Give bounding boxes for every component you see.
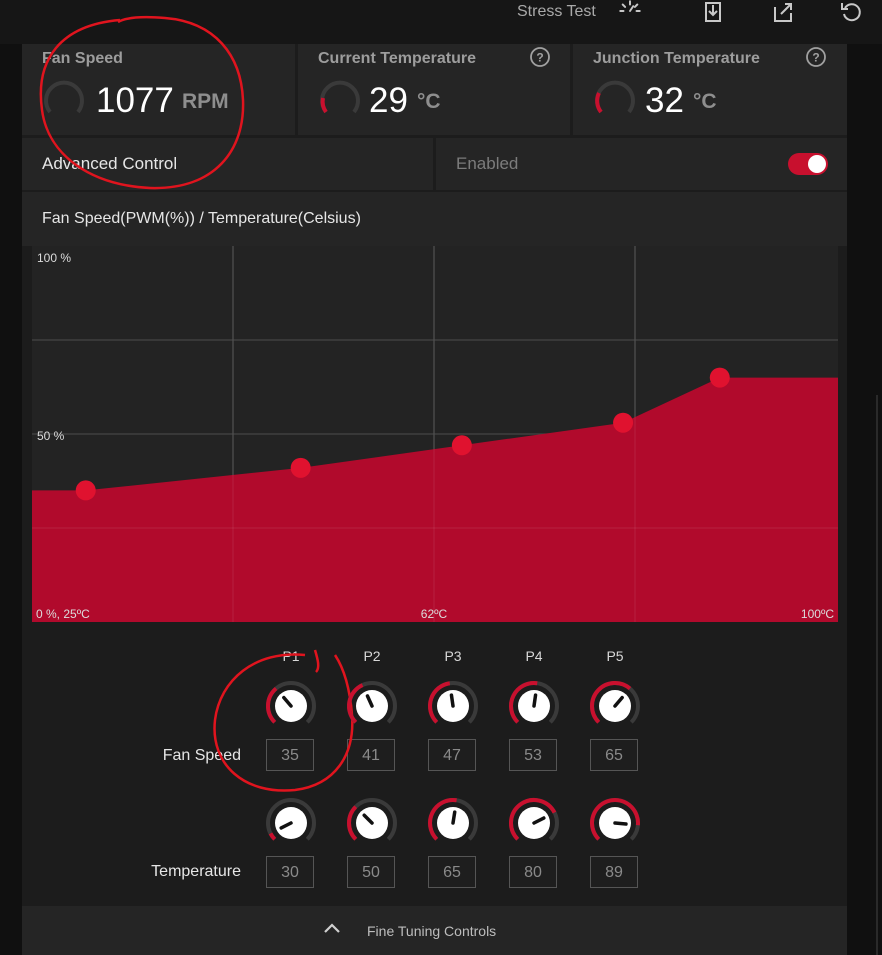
fan-speed-value: 1077 (96, 81, 174, 120)
current-temperature-unit: °C (417, 90, 441, 113)
chart-title: Fan Speed(PWM(%)) / Temperature(Celsius) (42, 210, 361, 227)
fan-speed-p2-knob[interactable] (346, 680, 398, 732)
fan-speed-p4-input[interactable]: 53 (509, 739, 557, 771)
curve-point-p1[interactable] (75, 480, 96, 501)
temperature-p3-input[interactable]: 65 (428, 856, 476, 888)
fan-speed-p1-input[interactable]: 35 (266, 739, 314, 771)
temperature-p2-input[interactable]: 50 (347, 856, 395, 888)
fan-speed-p3-knob[interactable] (427, 680, 479, 732)
x-tick-label-max: 100ºC (801, 607, 834, 621)
temperature-p3-knob[interactable] (427, 797, 479, 849)
current-temperature-value: 29 (369, 81, 408, 120)
temperature-p5-input[interactable]: 89 (590, 856, 638, 888)
svg-text:?: ? (536, 51, 543, 65)
chart-header: Fan Speed(PWM(%)) / Temperature(Celsius) (22, 192, 847, 246)
share-icon[interactable] (770, 0, 796, 25)
reset-icon[interactable] (838, 0, 864, 25)
current-temperature-card: Current Temperature ? 29 °C (298, 44, 570, 135)
curve-point-p3[interactable] (451, 435, 472, 456)
card-title: Current Temperature (318, 50, 476, 67)
temperature-p5-knob[interactable] (589, 797, 641, 849)
advanced-control-label: Advanced Control (42, 154, 178, 173)
x-tick-label-min: 0 %, 25ºC (36, 607, 90, 621)
export-icon[interactable] (700, 0, 726, 25)
y-tick-label-100: 100 % (37, 251, 71, 265)
card-title: Junction Temperature (593, 50, 760, 67)
curve-point-p5[interactable] (709, 367, 730, 388)
point-label-p3: P3 (444, 648, 462, 664)
curve-point-p2[interactable] (290, 457, 311, 478)
point-label-p1: P1 (282, 648, 300, 664)
fan-speed-p5-knob[interactable] (589, 680, 641, 732)
point-label-p5: P5 (606, 648, 624, 664)
fan-speed-unit: RPM (182, 90, 229, 113)
curve-point-p4[interactable] (613, 412, 634, 433)
advanced-control-toggle[interactable] (788, 153, 828, 175)
scrollbar[interactable] (876, 395, 878, 955)
fan-speed-p5-input[interactable]: 65 (590, 739, 638, 771)
speedometer-icon[interactable] (617, 0, 643, 24)
current-temperature-gauge-icon (320, 80, 360, 114)
temperature-p1-input[interactable]: 30 (266, 856, 314, 888)
temperature-p2-knob[interactable] (346, 797, 398, 849)
y-tick-label-50: 50 % (37, 429, 65, 443)
toggle-knob (808, 155, 826, 173)
fan-speed-row-label: Fan Speed (162, 747, 241, 764)
junction-temperature-value: 32 (645, 81, 684, 120)
advanced-control-row: Advanced Control (22, 138, 433, 190)
card-title: Fan Speed (42, 50, 123, 67)
enabled-label: Enabled (456, 154, 519, 173)
help-icon[interactable]: ? (529, 46, 551, 68)
temperature-p1-knob[interactable] (265, 797, 317, 849)
junction-temperature-gauge-icon (595, 80, 635, 114)
fine-tuning-controls-bar[interactable]: Fine Tuning Controls (22, 906, 847, 955)
top-toolbar: Stress Test (0, 0, 882, 44)
fan-speed-p4-knob[interactable] (508, 680, 560, 732)
chevron-up-icon[interactable] (322, 920, 342, 936)
advanced-control-state: Enabled (436, 138, 847, 190)
fan-speed-p2-input[interactable]: 41 (347, 739, 395, 771)
fan-speed-p1-knob[interactable] (265, 680, 317, 732)
temperature-p4-input[interactable]: 80 (509, 856, 557, 888)
x-tick-label-mid: 62ºC (421, 607, 448, 621)
help-icon[interactable]: ? (805, 46, 827, 68)
temperature-p4-knob[interactable] (508, 797, 560, 849)
stress-test-label[interactable]: Stress Test (517, 3, 596, 21)
svg-text:?: ? (812, 51, 819, 65)
fan-speed-gauge-icon (44, 80, 84, 114)
junction-temperature-card: Junction Temperature ? 32 °C (573, 44, 847, 135)
fan-speed-p3-input[interactable]: 47 (428, 739, 476, 771)
point-label-p4: P4 (525, 648, 543, 664)
fine-tuning-controls-label[interactable]: Fine Tuning Controls (367, 923, 496, 939)
junction-temperature-unit: °C (693, 90, 717, 113)
fan-speed-card: Fan Speed 1077 RPM (22, 44, 295, 135)
point-label-p2: P2 (363, 648, 381, 664)
fan-curve-chart[interactable]: 100 % 50 % 0 %, 25ºC 62ºC 100ºC (32, 246, 838, 622)
temperature-row-label: Temperature (151, 863, 241, 880)
